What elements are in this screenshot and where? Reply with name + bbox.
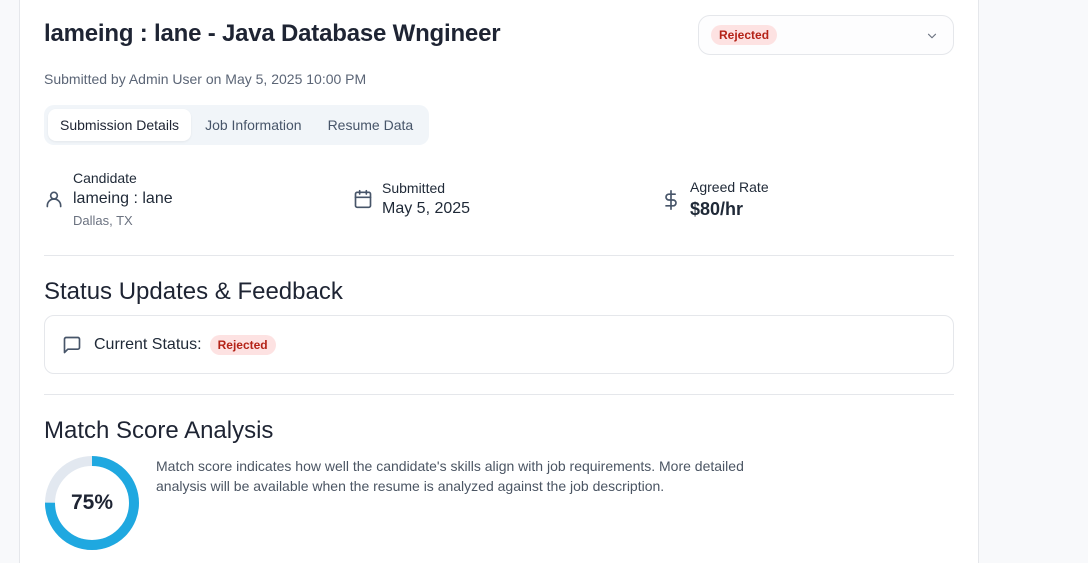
submitted-date: May 5, 2025 xyxy=(382,200,471,217)
page-title: lameing : lane - Java Database Wngineer xyxy=(44,20,501,47)
match-score-value: 75% xyxy=(70,491,114,514)
status-badge: Rejected xyxy=(711,25,778,45)
divider xyxy=(44,255,954,256)
candidate-info: Candidate lameing : lane Dallas, TX xyxy=(44,170,173,228)
rate-label: Agreed Rate xyxy=(690,179,769,195)
submitted-label: Submitted xyxy=(382,180,446,196)
current-status-label: Current Status: xyxy=(94,335,202,353)
dollar-icon xyxy=(665,189,677,210)
submitted-info: Submitted May 5, 2025 xyxy=(353,180,470,218)
candidate-name: lameing : lane xyxy=(73,190,173,207)
divider xyxy=(44,394,954,395)
tab-job-information[interactable]: Job Information xyxy=(193,109,314,141)
current-status-box: Current Status: Rejected xyxy=(44,315,954,374)
match-score-description: Match score indicates how well the candi… xyxy=(156,458,744,494)
message-square-icon xyxy=(63,336,81,353)
user-icon xyxy=(46,191,62,208)
rate-value: $80/hr xyxy=(690,199,744,219)
status-dropdown[interactable]: Rejected xyxy=(698,15,954,55)
match-score-ring: 75% xyxy=(44,455,140,551)
match-section-title: Match Score Analysis xyxy=(44,417,274,444)
calendar-icon xyxy=(354,189,372,209)
tab-submission-details[interactable]: Submission Details xyxy=(48,109,192,141)
tab-resume-data[interactable]: Resume Data xyxy=(316,109,426,141)
candidate-label: Candidate xyxy=(73,170,137,186)
tab-list: Submission Details Job Information Resum… xyxy=(44,105,430,145)
rate-info: Agreed Rate $80/hr xyxy=(661,179,769,220)
submitted-by-text: Submitted by Admin User on May 5, 2025 1… xyxy=(44,71,367,87)
candidate-location: Dallas, TX xyxy=(73,213,133,228)
status-section-title: Status Updates & Feedback xyxy=(44,278,343,305)
current-status-badge: Rejected xyxy=(209,334,276,355)
chevron-down-icon xyxy=(927,33,937,39)
